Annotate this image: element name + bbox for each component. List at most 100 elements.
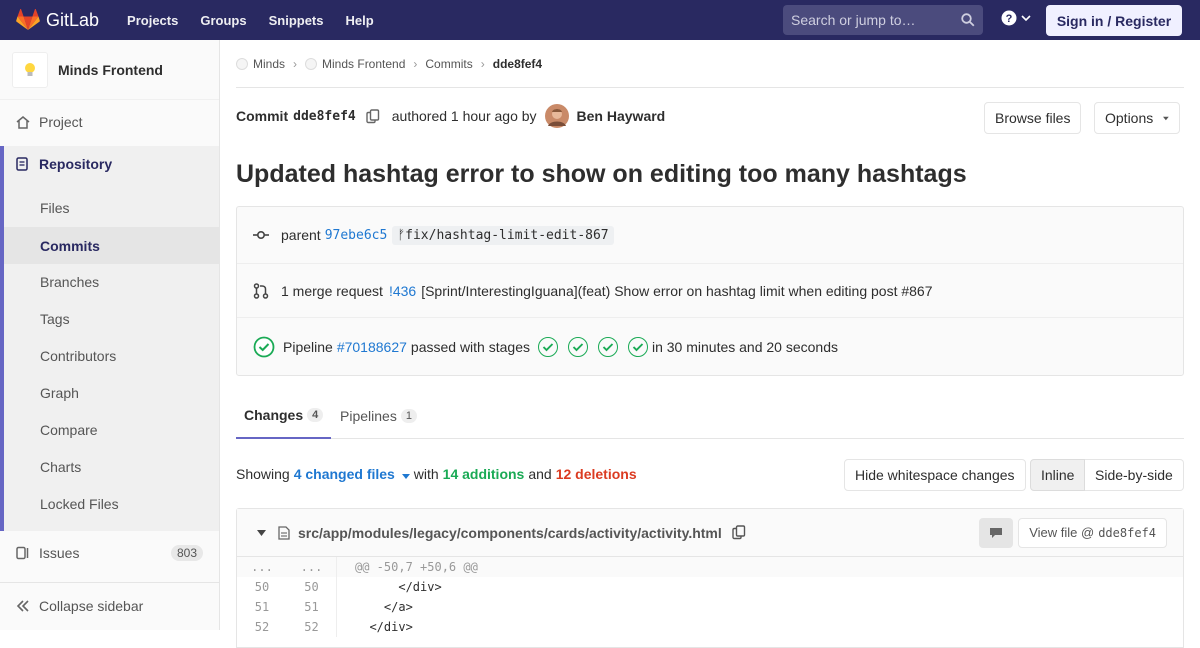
sign-in-button[interactable]: Sign in / Register <box>1046 5 1182 36</box>
caret-down-icon <box>1163 116 1169 120</box>
sidebar-item-issues[interactable]: Issues 803 <box>0 533 219 573</box>
tab-count-badge: 1 <box>400 408 417 423</box>
nav-projects[interactable]: Projects <box>127 13 178 28</box>
breadcrumb-current[interactable]: dde8fef4 <box>493 57 542 71</box>
stage-success-icon[interactable] <box>627 336 648 357</box>
main-nav: Projects Groups Snippets Help <box>127 13 396 28</box>
old-line-number[interactable]: 52 <box>237 620 287 634</box>
view-file-label: View file @ <box>1029 525 1095 540</box>
pipeline-status: passed with stages <box>410 338 530 355</box>
sidebar-subitem-commits[interactable]: Commits <box>4 227 219 264</box>
old-line-number[interactable]: 51 <box>237 600 287 614</box>
sidebar-subitem-locked-files[interactable]: Locked Files <box>40 496 119 512</box>
copy-icon[interactable] <box>732 525 746 540</box>
sidebar-item-project[interactable]: Project <box>0 102 219 142</box>
tanuki-logo-icon <box>16 9 40 30</box>
line-number: ... <box>287 557 337 577</box>
hide-whitespace-button[interactable]: Hide whitespace changes <box>844 459 1026 491</box>
sidebar-item-label: Issues <box>39 545 80 561</box>
line-number: ... <box>251 560 273 574</box>
file-path[interactable]: src/app/modules/legacy/components/cards/… <box>298 525 722 541</box>
sidebar-subitem-graph[interactable]: Graph <box>40 385 79 401</box>
nav-help[interactable]: Help <box>346 13 374 28</box>
stage-success-icon[interactable] <box>537 336 558 357</box>
sidebar-project-header[interactable]: Minds Frontend <box>0 40 219 100</box>
mr-link[interactable]: !436 <box>389 283 416 299</box>
author-name[interactable]: Ben Hayward <box>577 108 666 124</box>
sidebar-subitem-files[interactable]: Files <box>40 200 70 216</box>
branch-tag[interactable]: ᚠfix/hashtag-limit-edit-867 <box>392 225 614 245</box>
parent-sha-link[interactable]: 97ebe6c5 <box>325 228 388 243</box>
breadcrumb-item[interactable]: Minds <box>253 57 285 71</box>
with-text: with <box>413 466 439 482</box>
pipeline-duration: in 30 minutes and 20 seconds <box>651 338 838 355</box>
code-line: 52 52 </div> <box>237 617 1183 637</box>
tab-count-badge: 4 <box>307 407 324 422</box>
pipeline-row: Pipeline #70188627 passed with stages in… <box>237 318 1183 375</box>
sidebar-item-label: Project <box>39 114 83 130</box>
collapse-caret-icon[interactable] <box>257 529 266 536</box>
search-box[interactable] <box>783 5 983 35</box>
old-line-number[interactable]: 50 <box>237 580 287 594</box>
branch-name: fix/hashtag-limit-edit-867 <box>405 227 609 243</box>
side-by-side-button[interactable]: Side-by-side <box>1085 459 1184 491</box>
double-chevron-left-icon <box>16 600 30 612</box>
file-header: src/app/modules/legacy/components/cards/… <box>237 509 1183 557</box>
changed-files-dropdown[interactable]: 4 changed files <box>294 466 410 482</box>
new-line-number[interactable]: 52 <box>287 617 337 637</box>
tab-changes[interactable]: Changes 4 <box>236 392 332 439</box>
copy-icon[interactable] <box>366 108 380 124</box>
commit-parent-row: parent 97ebe6c5 ᚠfix/hashtag-limit-edit-… <box>237 207 1183 264</box>
new-line-number[interactable]: 50 <box>287 577 337 597</box>
sidebar-subitem-compare[interactable]: Compare <box>40 422 98 438</box>
main-content: Minds › Minds Frontend › Commits › dde8f… <box>236 40 1184 648</box>
stage-success-icon[interactable] <box>597 336 618 357</box>
options-dropdown[interactable]: Options <box>1094 102 1180 134</box>
breadcrumb-item[interactable]: Minds Frontend <box>322 57 405 71</box>
comment-toggle-button[interactable] <box>979 517 1014 548</box>
nav-groups[interactable]: Groups <box>200 13 246 28</box>
status-success-icon <box>253 336 275 357</box>
issues-count-badge: 803 <box>170 545 203 561</box>
sidebar-subitem-branches[interactable]: Branches <box>40 274 99 290</box>
view-file-button[interactable]: View file @ dde8fef4 <box>1018 517 1167 548</box>
commit-tabs: Changes 4 Pipelines 1 <box>236 392 1184 439</box>
search-input[interactable] <box>791 12 951 28</box>
tab-label: Pipelines <box>340 407 397 424</box>
showing-text: Showing <box>236 466 290 482</box>
sidebar-item-repository[interactable]: Repository <box>16 156 112 172</box>
project-avatar-icon <box>305 57 318 70</box>
code-text: </a> <box>355 600 413 614</box>
group-avatar-icon <box>236 57 248 70</box>
nav-snippets[interactable]: Snippets <box>269 13 324 28</box>
sidebar-subitem-tags[interactable]: Tags <box>40 311 70 327</box>
home-icon <box>16 115 30 129</box>
tab-label: Changes <box>244 406 304 423</box>
help-dropdown[interactable]: ? <box>1001 10 1031 26</box>
mr-title: [Sprint/InterestingIguana](feat) Show er… <box>421 282 933 299</box>
stage-success-icon[interactable] <box>567 336 588 357</box>
tab-pipelines[interactable]: Pipelines 1 <box>340 392 417 439</box>
author-avatar[interactable] <box>544 104 569 128</box>
gitlab-logo[interactable]: GitLab <box>16 9 99 31</box>
caret-down-icon <box>401 474 410 479</box>
lightbulb-icon <box>25 62 35 76</box>
comment-icon <box>990 527 1003 538</box>
file-diff: src/app/modules/legacy/components/cards/… <box>236 508 1184 648</box>
collapse-sidebar-button[interactable]: Collapse sidebar <box>0 586 219 626</box>
issues-icon <box>16 546 30 560</box>
sidebar-subitem-contributors[interactable]: Contributors <box>40 348 116 364</box>
new-line-number[interactable]: 51 <box>287 597 337 617</box>
inline-view-button[interactable]: Inline <box>1030 459 1086 491</box>
commit-info-box: parent 97ebe6c5 ᚠfix/hashtag-limit-edit-… <box>236 206 1184 376</box>
sidebar-subitem-charts[interactable]: Charts <box>40 459 81 475</box>
commit-sha: dde8fef4 <box>293 108 356 124</box>
commit-title: Updated hashtag error to show on editing… <box>236 160 967 188</box>
browse-files-button[interactable]: Browse files <box>984 102 1082 134</box>
changed-files-label: 4 changed files <box>293 466 395 482</box>
view-file-sha: dde8fef4 <box>1098 525 1156 540</box>
chevron-right-icon: › <box>413 56 418 71</box>
sidebar-item-label: Collapse sidebar <box>39 598 144 614</box>
breadcrumb-item[interactable]: Commits <box>425 57 472 71</box>
pipeline-link[interactable]: #70188627 <box>337 339 407 355</box>
